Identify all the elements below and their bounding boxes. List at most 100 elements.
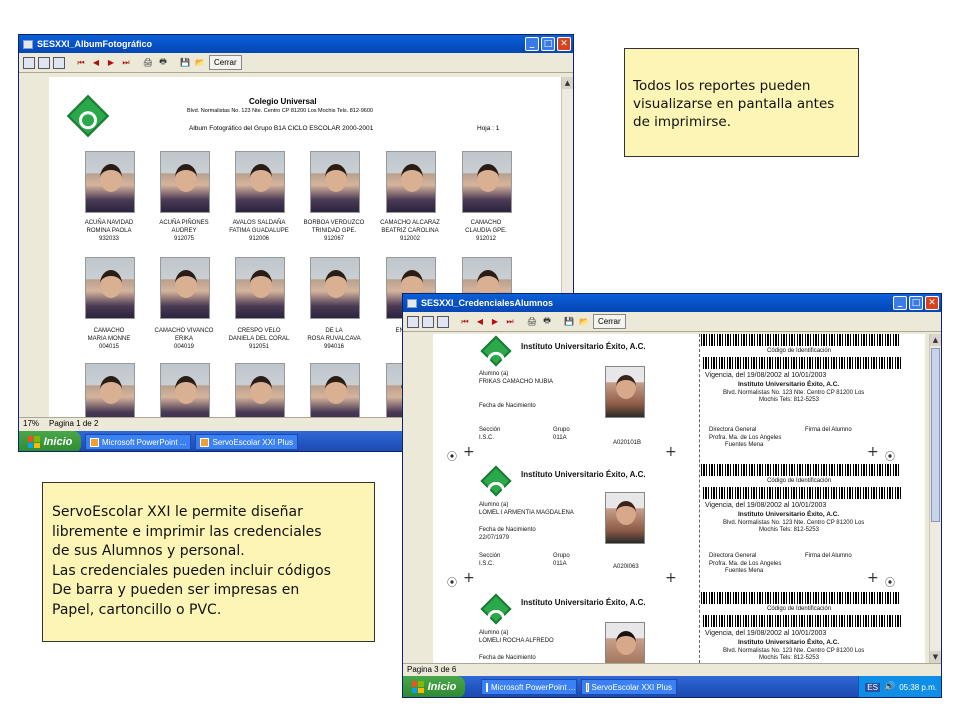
code-label: Código de Identificación	[767, 478, 832, 484]
view-single-icon[interactable]	[23, 56, 35, 69]
open-icon[interactable]: 📂	[578, 316, 590, 328]
student-caption: CAMACHO ALCARAZ BEATRIZ CAROLINA 912002	[380, 220, 440, 242]
start-button[interactable]: Inicio	[19, 431, 81, 451]
scroll-thumb[interactable]	[931, 348, 940, 522]
minimize-icon[interactable]: _	[893, 296, 907, 310]
next-page-icon[interactable]: ▶	[105, 57, 117, 69]
signature-label: Firma del Alumno	[805, 427, 852, 433]
section-value: I.S.C.	[479, 435, 495, 441]
student-caption: ACUÑA PIÑONES AUDREY 912075	[159, 220, 209, 242]
credential-photo	[605, 366, 645, 418]
director-name: Profra. Ma. de Los Angeles	[709, 561, 782, 567]
scroll-up-icon[interactable]: ▲	[930, 334, 941, 346]
credentials-titlebar[interactable]: SESXXI_CredencialesAlumnos _ □ ✕	[403, 294, 941, 312]
barcode	[701, 334, 901, 346]
app-icon	[23, 39, 33, 49]
open-icon[interactable]: 📂	[194, 57, 206, 69]
student-photo	[310, 363, 360, 417]
credentials-document: Instituto Universitario Éxito, A.C. Alum…	[433, 334, 925, 663]
note-credentials: ServoEscolar XXI le permite diseñar libr…	[42, 482, 375, 642]
school-name: Colegio Universal	[249, 97, 317, 106]
save-icon[interactable]: 💾	[563, 316, 575, 328]
validity-text: Vigencia, del 19/08/2002 al 10/01/2003	[705, 630, 827, 637]
last-page-icon[interactable]: ⏭	[120, 57, 132, 69]
address-line1: Blvd. Normalistas No. 123 Nte. Centro CP…	[723, 648, 865, 654]
student-photo	[235, 151, 285, 213]
credential-card: Instituto Universitario Éxito, A.C. Alum…	[433, 460, 925, 580]
credentials-toolbar: ⏮ ◀ ▶ ⏭ 🖨 🖶 💾 📂 Cerrar	[403, 312, 941, 332]
album-titlebar[interactable]: SESXXI_AlbumFotográfico _ □ ✕	[19, 35, 573, 53]
view-multi-icon[interactable]	[437, 315, 449, 328]
crop-mark: +	[463, 444, 475, 460]
birth-label: Fecha de Nacimiento	[479, 527, 536, 533]
student-photo	[386, 151, 436, 213]
taskbar-item-powerpoint[interactable]: Microsoft PowerPoint ...	[85, 434, 192, 450]
director-surname: Fuentes Mena	[725, 568, 764, 574]
print-icon[interactable]: 🖶	[541, 316, 553, 328]
minimize-icon[interactable]: _	[525, 37, 539, 51]
institute-name: Instituto Universitario Éxito, A.C.	[521, 470, 646, 479]
close-icon[interactable]: ✕	[557, 37, 571, 51]
student-caption: CRESPO VELO DANIELA DEL CORAL 912051	[228, 328, 290, 350]
barcode	[703, 357, 903, 369]
last-page-icon[interactable]: ⏭	[504, 316, 516, 328]
group-value: 011A	[553, 435, 567, 441]
student-photo	[85, 151, 135, 213]
first-page-icon[interactable]: ⏮	[459, 316, 471, 328]
institute-logo	[480, 465, 512, 497]
close-button[interactable]: Cerrar	[593, 314, 626, 329]
prev-page-icon[interactable]: ◀	[90, 57, 102, 69]
close-icon[interactable]: ✕	[925, 296, 939, 310]
student-photo	[462, 151, 512, 213]
next-page-icon[interactable]: ▶	[489, 316, 501, 328]
page-indicator: Pagina 1 de 2	[49, 419, 99, 428]
prev-page-icon[interactable]: ◀	[474, 316, 486, 328]
print-icon[interactable]: 🖶	[157, 57, 169, 69]
scroll-down-icon[interactable]: ▼	[930, 651, 941, 663]
director-label: Directora General	[709, 427, 757, 433]
barcode	[703, 487, 903, 499]
view-single-icon[interactable]	[407, 315, 419, 328]
credentials-scrollbar[interactable]: ▲ ▼	[929, 334, 941, 663]
servoescolar-icon	[586, 682, 589, 692]
barcode	[701, 592, 901, 604]
taskbar-item-servoescolar[interactable]: ServoEscolar XXI Plus	[195, 434, 298, 450]
save-icon[interactable]: 💾	[179, 57, 191, 69]
student-name: FRIKAS CAMACHO NUBIA	[479, 379, 554, 385]
start-button[interactable]: Inicio	[403, 676, 465, 697]
credentials-window-title: SESXXI_CredencialesAlumnos	[421, 298, 554, 308]
first-page-icon[interactable]: ⏮	[75, 57, 87, 69]
servoescolar-icon	[200, 437, 210, 447]
institute-logo	[480, 593, 512, 625]
institute-logo	[480, 335, 512, 367]
address-line2: Mochis Tels: 812-5253	[759, 527, 819, 533]
director-surname: Fuentes Mena	[725, 442, 764, 448]
taskbar-item-servoescolar[interactable]: ServoEscolar XXI Plus	[581, 679, 677, 695]
institute-name-back: Instituto Universitario Éxito, A.C.	[738, 511, 840, 518]
credential-id: A020I063	[613, 564, 639, 570]
view-double-icon[interactable]	[422, 315, 434, 328]
printer-setup-icon[interactable]: 🖨	[142, 57, 154, 69]
language-indicator[interactable]: ES	[865, 682, 880, 692]
credential-id: A020101B	[613, 440, 642, 446]
printer-setup-icon[interactable]: 🖨	[526, 316, 538, 328]
student-name: LOMEL I ARMENTIA MAGDALENA	[479, 510, 574, 516]
system-tray: ES 🔊 05:38 p.m.	[858, 676, 941, 697]
section-value: I.S.C.	[479, 561, 495, 567]
validity-text: Vigencia, del 19/08/2002 al 10/01/2003	[705, 372, 827, 379]
code-label: Código de Identificación	[767, 606, 832, 612]
scroll-up-icon[interactable]: ▲	[562, 77, 573, 89]
close-button[interactable]: Cerrar	[209, 55, 242, 70]
taskbar-item-powerpoint[interactable]: Microsoft PowerPoint ...	[481, 679, 577, 695]
barcode	[703, 615, 903, 627]
maximize-icon[interactable]: □	[909, 296, 923, 310]
maximize-icon[interactable]: □	[541, 37, 555, 51]
powerpoint-icon	[90, 437, 99, 447]
view-double-icon[interactable]	[38, 56, 50, 69]
album-window-title: SESXXI_AlbumFotográfico	[37, 39, 153, 49]
view-multi-icon[interactable]	[53, 56, 65, 69]
address-line1: Blvd. Normalistas No. 123 Nte. Centro CP…	[723, 520, 865, 526]
volume-icon[interactable]: 🔊	[884, 682, 895, 692]
registration-mark: ⦿	[885, 578, 895, 589]
app-icon	[407, 298, 417, 308]
